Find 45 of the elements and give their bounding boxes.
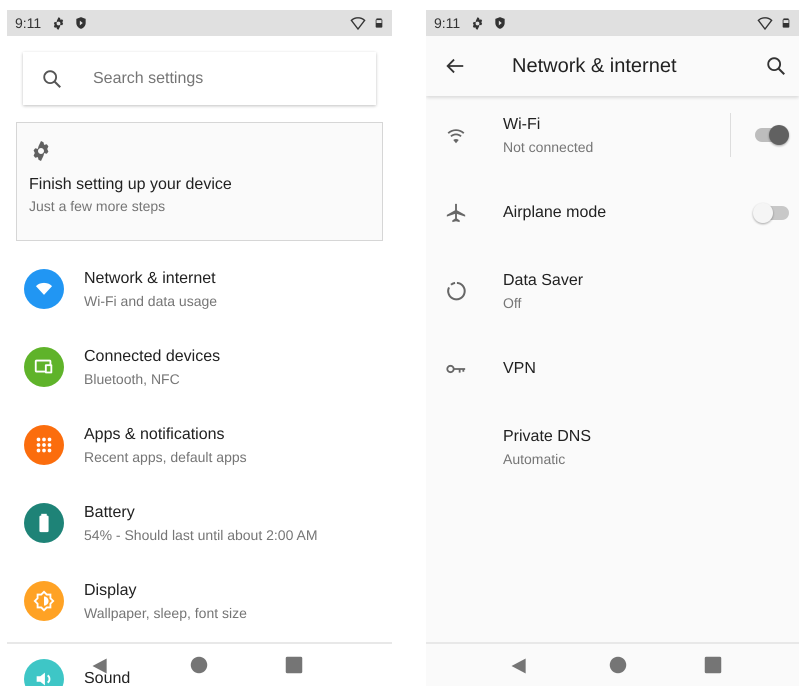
- category-title: Apps & notifications: [84, 424, 226, 444]
- shield-icon: [74, 16, 88, 30]
- airplane-icon: [445, 202, 467, 224]
- wifi-icon: [350, 15, 366, 31]
- category-title: Sound: [84, 669, 130, 686]
- recents-icon[interactable]: [704, 656, 722, 674]
- setting-row[interactable]: Private DNS Automatic: [426, 408, 799, 486]
- search-field[interactable]: Search settings: [91, 66, 331, 92]
- category-summary: Wi-Fi and data usage: [84, 292, 218, 310]
- suggestion-title: Finish setting up your device: [29, 175, 233, 195]
- category-title: Connected devices: [84, 346, 220, 366]
- suggestion-summary: Just a few more steps: [29, 197, 166, 215]
- category-title: Battery: [84, 502, 136, 522]
- status-time: 9:11: [434, 14, 460, 32]
- data-saver-icon: [445, 280, 467, 302]
- category-title: Network & internet: [84, 268, 217, 288]
- recents-icon[interactable]: [285, 656, 303, 674]
- category-summary: Bluetooth, NFC: [84, 370, 181, 388]
- suggestion-card[interactable]: Finish setting up your device Just a few more steps: [16, 122, 383, 241]
- setting-summary: Automatic: [503, 450, 566, 468]
- setting-row[interactable]: Airplane mode: [426, 174, 799, 252]
- shield-icon: [493, 16, 508, 30]
- category-summary: Recent apps, default apps: [84, 448, 247, 466]
- toolbar-title: Network & internet: [512, 54, 678, 79]
- setting-title: VPN: [503, 359, 537, 379]
- toggle-switch[interactable]: [755, 128, 789, 142]
- setting-row[interactable]: VPN: [426, 330, 799, 408]
- setting-summary: Not connected: [503, 138, 594, 156]
- setting-title: Private DNS: [503, 426, 592, 446]
- category-summary: 54% - Should last until about 2:00 AM: [84, 526, 318, 544]
- home-icon[interactable]: [190, 656, 208, 674]
- status-time: 9:11: [15, 14, 42, 32]
- home-icon[interactable]: [609, 656, 627, 674]
- setting-title: Airplane mode: [503, 203, 608, 223]
- category-summary: Wallpaper, sleep, font size: [84, 604, 247, 622]
- category-title: Display: [84, 580, 138, 600]
- setting-title: Data Saver: [503, 270, 584, 290]
- setting-summary: Off: [503, 294, 522, 312]
- search-icon[interactable]: [765, 55, 787, 77]
- setting-row[interactable]: Wi-Fi Not connected: [426, 96, 799, 174]
- toggle-switch[interactable]: [755, 206, 789, 220]
- search-icon: [41, 68, 63, 90]
- setting-title: Wi-Fi: [503, 114, 542, 134]
- wifi-icon: [757, 15, 773, 31]
- setting-row[interactable]: Data Saver Off: [426, 252, 799, 330]
